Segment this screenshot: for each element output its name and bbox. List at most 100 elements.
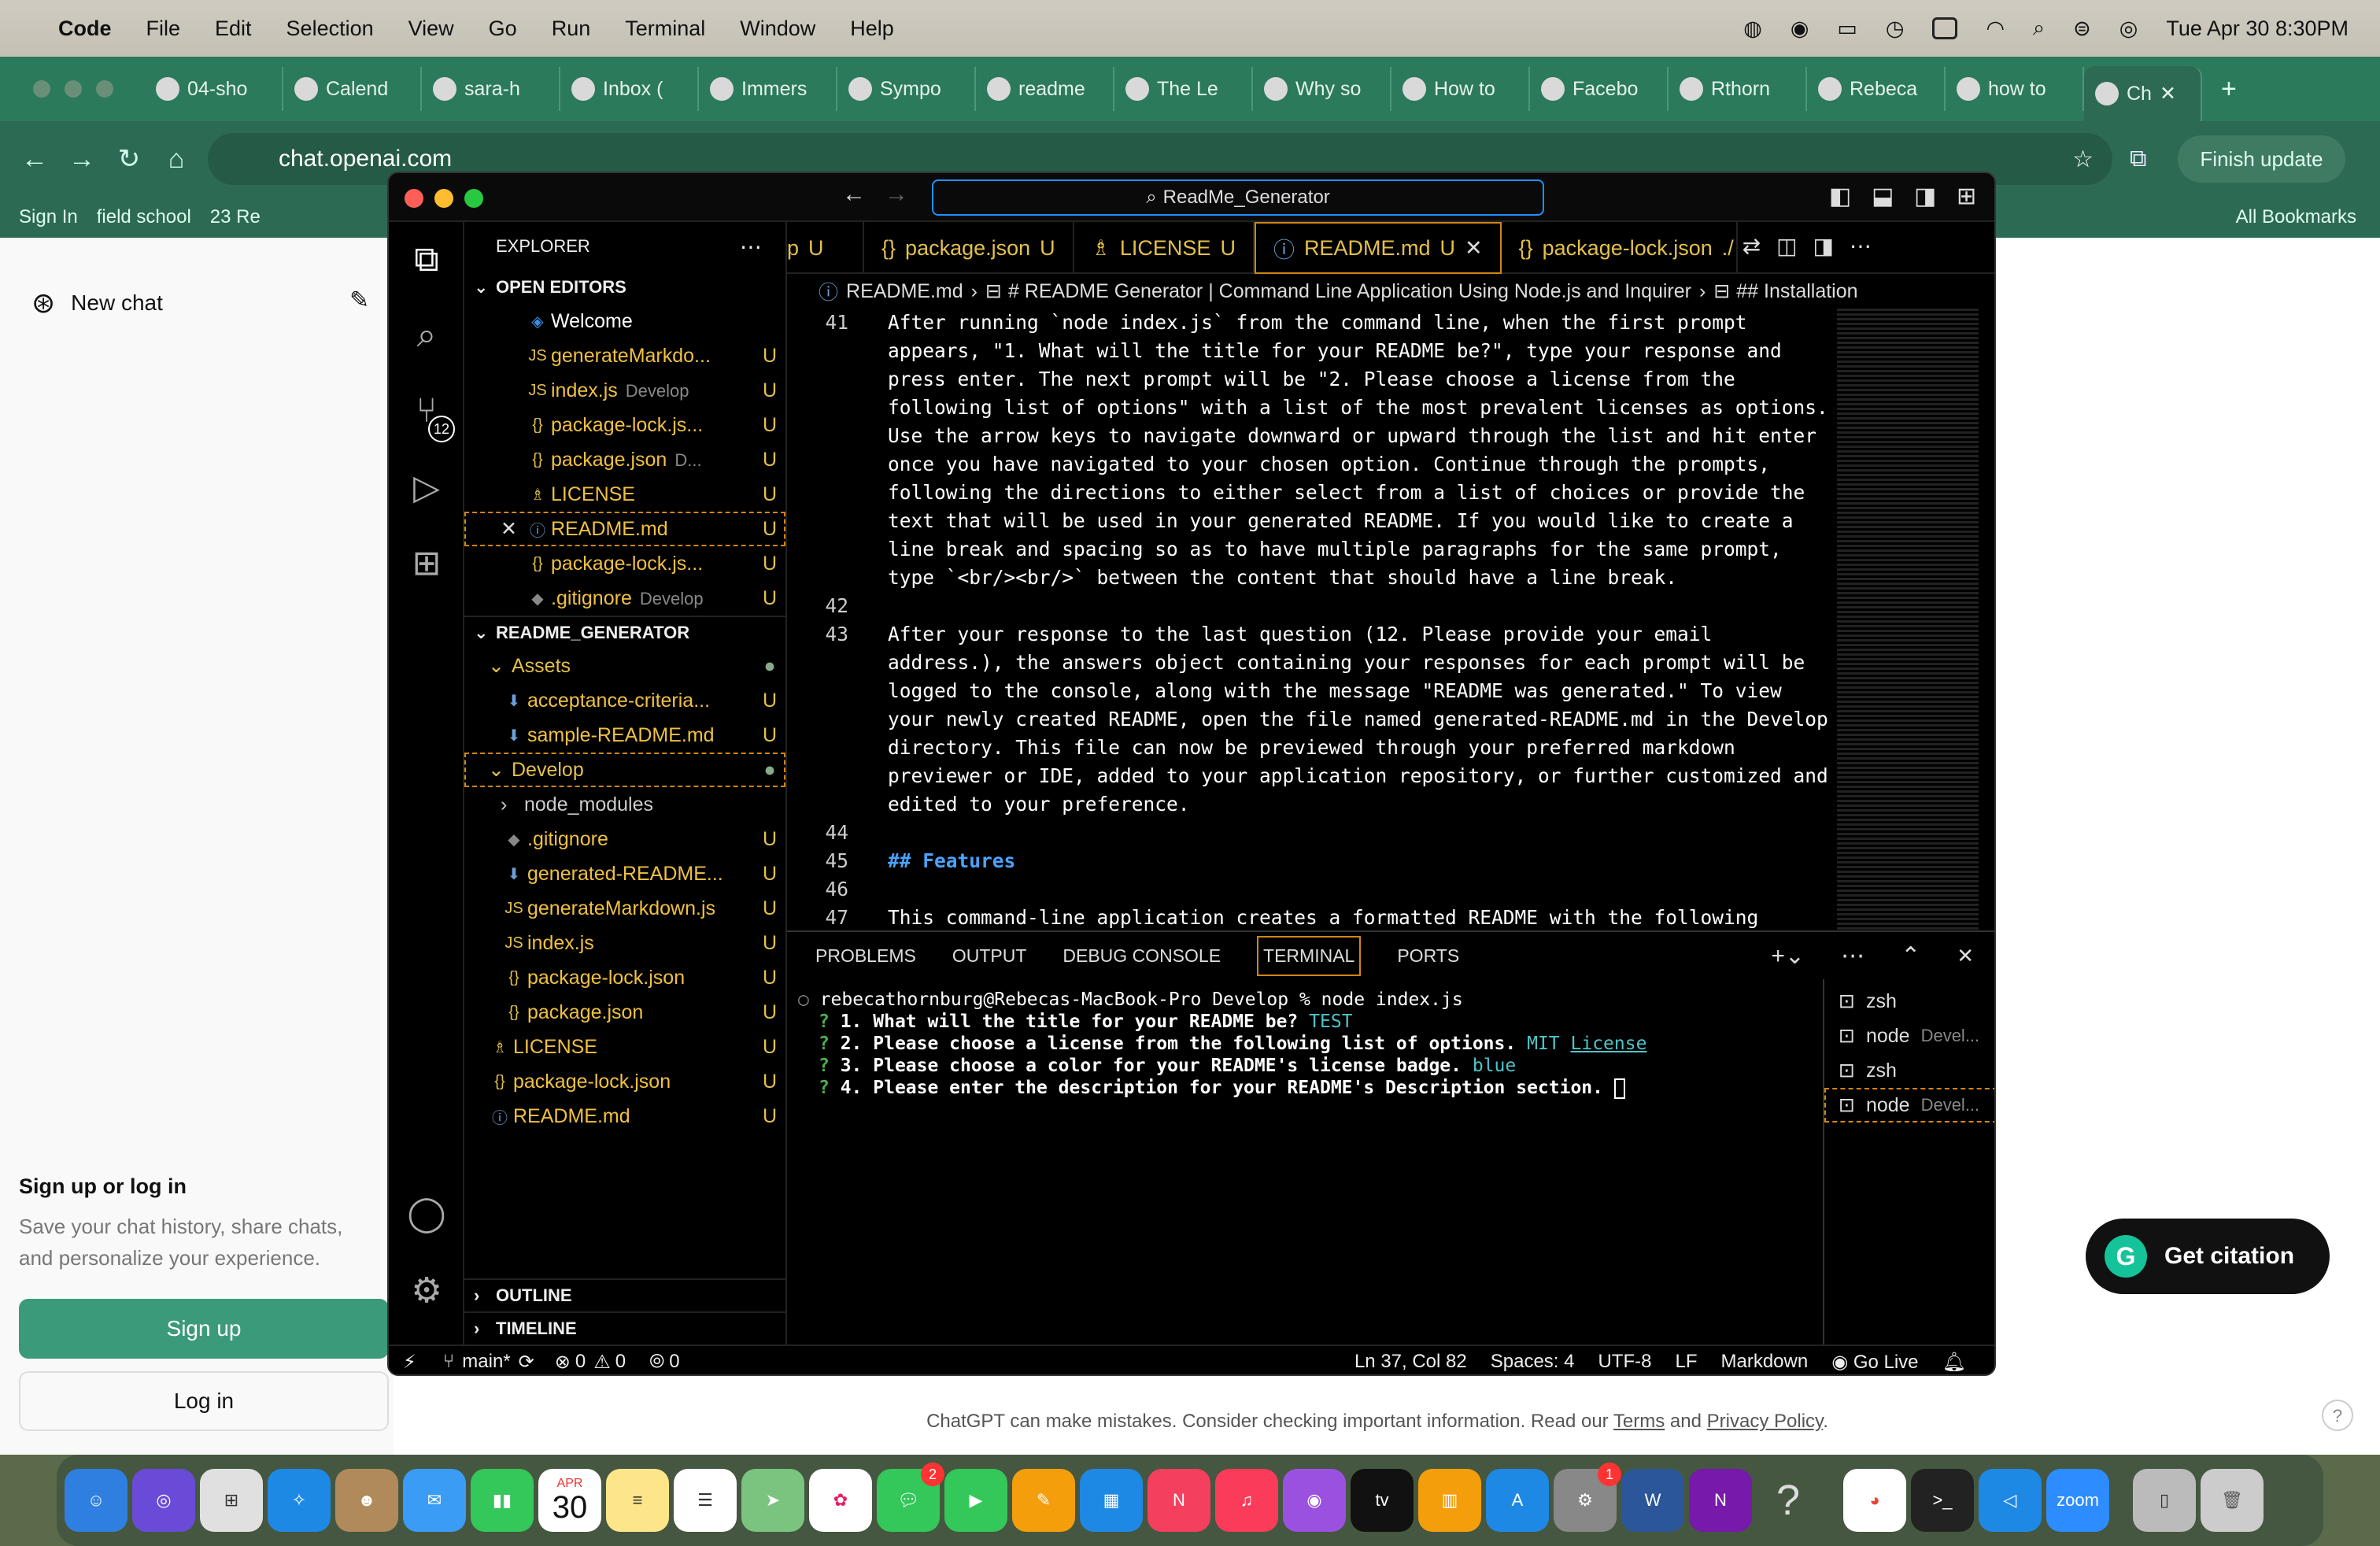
bookmark-23[interactable]: 23 Re: [210, 206, 261, 228]
minimize-window-icon[interactable]: [65, 80, 82, 98]
customize-layout-icon[interactable]: ⊞: [1957, 183, 1976, 210]
new-terminal-icon[interactable]: +⌄: [1771, 942, 1805, 970]
tree-file[interactable]: JS index.js U: [464, 926, 785, 960]
back-icon[interactable]: ←: [11, 144, 58, 175]
tab-debug-console[interactable]: DEBUG CONSOLE: [1062, 945, 1221, 967]
browser-tab[interactable]: Immers: [699, 67, 837, 111]
status-position[interactable]: Ln 37, Col 82: [1354, 1351, 1467, 1374]
notifications-bell-icon[interactable]: 🔔︎: [1942, 1351, 1966, 1374]
bookmark-star-icon[interactable]: ☆: [2072, 146, 2094, 173]
tree-file[interactable]: ⬇ sample-README.md U: [464, 718, 785, 753]
maximize-panel-icon[interactable]: ⌃: [1901, 942, 1920, 970]
photos-icon[interactable]: ✿: [809, 1469, 872, 1532]
safari-icon[interactable]: ✧: [268, 1469, 331, 1532]
browser-tab[interactable]: Facebo: [1530, 67, 1669, 111]
reminders-icon[interactable]: ☰: [674, 1469, 737, 1532]
calendar-icon[interactable]: APR 30: [538, 1469, 601, 1532]
menu-file[interactable]: File: [146, 17, 181, 41]
browser-tab[interactable]: 04-sho: [145, 67, 283, 111]
more-actions-icon[interactable]: ⋯: [1850, 233, 1872, 272]
browser-tab[interactable]: The Le: [1114, 67, 1253, 111]
status-ports[interactable]: 0: [669, 1351, 679, 1373]
finish-update-button[interactable]: Finish update: [2178, 135, 2345, 183]
menu-terminal[interactable]: Terminal: [625, 17, 705, 41]
menu-app-name[interactable]: Code: [58, 17, 112, 41]
browser-tab[interactable]: sara-h: [422, 67, 560, 111]
open-editors-header[interactable]: ⌄ OPEN EDITORS: [464, 271, 785, 304]
status-encoding[interactable]: UTF-8: [1598, 1351, 1651, 1374]
terms-link[interactable]: Terms: [1613, 1411, 1665, 1432]
tree-file[interactable]: JS generateMarkdown.js U: [464, 891, 785, 926]
browser-tab[interactable]: Calend: [283, 67, 422, 111]
terminal-list-item[interactable]: ⊡ node Devel...: [1824, 1019, 1994, 1053]
open-editor-item-active[interactable]: ✕ ⓘ README.md U: [464, 512, 785, 546]
maps-icon[interactable]: ➤: [741, 1469, 804, 1532]
home-icon[interactable]: ⌂: [153, 144, 200, 175]
status-go-live[interactable]: ◉ Go Live: [1831, 1351, 1918, 1374]
menu-run[interactable]: Run: [552, 17, 591, 41]
sync-icon[interactable]: ⟳: [519, 1351, 534, 1374]
podcasts-icon[interactable]: ◉: [1283, 1469, 1346, 1532]
close-window-icon[interactable]: [405, 189, 423, 208]
editor-tab-active[interactable]: ⓘ README.md U ✕: [1254, 222, 1502, 274]
browser-tab[interactable]: Inbox (: [560, 67, 699, 111]
status-spaces[interactable]: Spaces: 4: [1491, 1351, 1575, 1374]
appstore-icon[interactable]: A: [1486, 1469, 1549, 1532]
open-editor-item[interactable]: {} package.json D... U: [464, 442, 785, 477]
browser-tab[interactable]: Sympo: [837, 67, 976, 111]
terminal-list-item[interactable]: ⊡ zsh: [1824, 1053, 1994, 1088]
code-editor[interactable]: 41 After running `node index.js` from th…: [787, 309, 1842, 930]
numbers-icon[interactable]: ▮▮: [471, 1469, 534, 1532]
privacy-link[interactable]: Privacy Policy: [1707, 1411, 1824, 1432]
terminal[interactable]: ○ rebecathornburg@Rebecas-MacBook-Pro De…: [787, 989, 1818, 1335]
terminal-list-item-active[interactable]: ⊡ node Devel...: [1824, 1088, 1994, 1123]
vscode-icon[interactable]: ◁: [1979, 1469, 2042, 1532]
messages-icon[interactable]: 💬︎ 2: [877, 1463, 944, 1532]
settings-gear-icon[interactable]: ⚙: [405, 1269, 449, 1313]
status-branch[interactable]: main*: [462, 1351, 510, 1373]
zoom-window-icon[interactable]: [96, 80, 113, 98]
compare-changes-icon[interactable]: ⇄: [1743, 233, 1761, 272]
breadcrumb-item[interactable]: ## Installation: [1736, 280, 1857, 303]
run-debug-icon[interactable]: ▷: [405, 466, 449, 510]
facetime-icon[interactable]: ▶: [944, 1469, 1007, 1532]
editor-tab[interactable]: {} package-lock.json ./ U: [1502, 222, 1738, 274]
close-tab-icon[interactable]: ✕: [1465, 236, 1483, 261]
browser-tab[interactable]: Rthorn: [1669, 67, 1807, 111]
news-icon[interactable]: N: [1148, 1469, 1210, 1532]
reload-icon[interactable]: ↻: [105, 143, 153, 175]
bookmark-field-school[interactable]: field school: [97, 206, 191, 228]
project-header[interactable]: ⌄ README_GENERATOR: [464, 616, 785, 649]
forward-icon[interactable]: →: [58, 144, 105, 175]
status-errors[interactable]: 0: [575, 1351, 586, 1373]
downloads-icon[interactable]: ▯: [2133, 1469, 2196, 1532]
open-editor-item[interactable]: {} package-lock.js... U: [464, 546, 785, 581]
menu-help[interactable]: Help: [850, 17, 894, 41]
tree-folder[interactable]: ⌄ Develop ●: [464, 753, 785, 787]
tree-file[interactable]: {} package-lock.json U: [464, 1064, 785, 1099]
tree-file[interactable]: {} package-lock.json U: [464, 960, 785, 995]
browser-tab[interactable]: Rebeca: [1807, 67, 1946, 111]
new-chat-row[interactable]: ⊛ New chat: [31, 287, 163, 320]
extensions-icon[interactable]: ⊞: [405, 542, 449, 586]
siri-menu-icon[interactable]: ◎: [2119, 17, 2138, 41]
grammarly-icon[interactable]: ◉: [1791, 17, 1809, 41]
search-icon[interactable]: ⌕: [2033, 16, 2045, 41]
wifi-icon[interactable]: ◠: [1986, 17, 2005, 41]
terminal-icon[interactable]: >_: [1911, 1469, 1974, 1532]
tree-file[interactable]: {} package.json U: [464, 995, 785, 1030]
back-arrow-icon[interactable]: ←: [842, 181, 866, 208]
contacts-icon[interactable]: ☻: [335, 1469, 398, 1532]
toggle-secondary-sidebar-icon[interactable]: ◨: [1914, 183, 1936, 210]
open-editor-item[interactable]: ◆ .gitignore Develop U: [464, 581, 785, 616]
minimap[interactable]: [1837, 309, 1979, 930]
tree-folder[interactable]: › node_modules: [464, 787, 785, 822]
car-icon[interactable]: ▭: [1837, 17, 1857, 41]
editor-tab[interactable]: ♗ LICENSE U: [1074, 222, 1255, 274]
all-bookmarks[interactable]: All Bookmarks: [2236, 206, 2356, 228]
browser-tab[interactable]: how to: [1946, 67, 2084, 111]
outline-header[interactable]: › OUTLINE: [464, 1278, 787, 1311]
menu-selection[interactable]: Selection: [286, 17, 374, 41]
terminal-link[interactable]: License: [1571, 1034, 1647, 1054]
menu-edit[interactable]: Edit: [215, 17, 252, 41]
